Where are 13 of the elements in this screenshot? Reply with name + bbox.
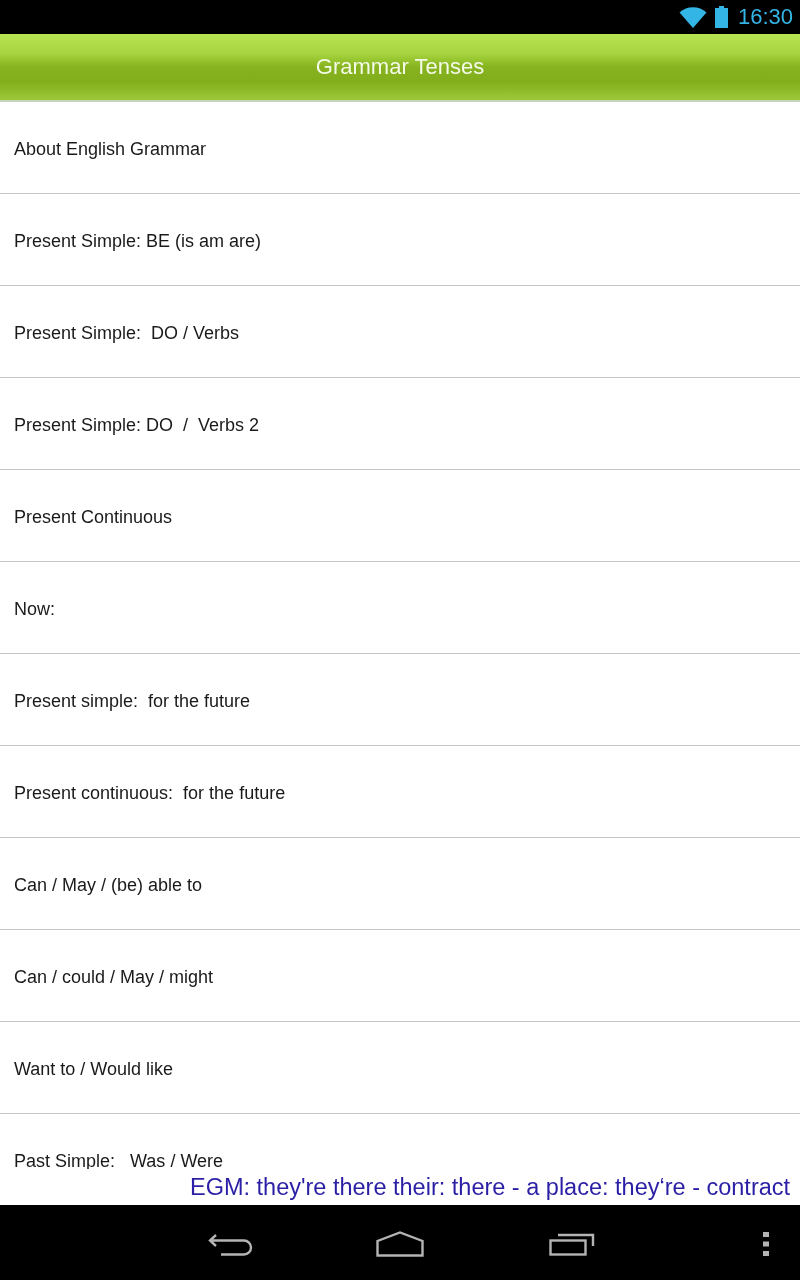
menu-button[interactable]: [760, 1231, 772, 1257]
status-time: 16:30: [737, 4, 793, 30]
back-button[interactable]: [207, 1231, 253, 1257]
home-button[interactable]: [376, 1231, 424, 1257]
recent-apps-button[interactable]: [549, 1231, 595, 1257]
ticker-text: EGM: they're there their: there - a place: they‘re - contract: [190, 1173, 791, 1201]
home-icon: [376, 1231, 424, 1257]
wifi-icon: [678, 6, 707, 28]
back-icon: [207, 1232, 253, 1256]
battery-icon: [714, 6, 728, 28]
recent-apps-icon: [549, 1232, 595, 1256]
app-title: Grammar Tenses: [315, 53, 485, 81]
overflow-menu-icon: [763, 1232, 769, 1256]
